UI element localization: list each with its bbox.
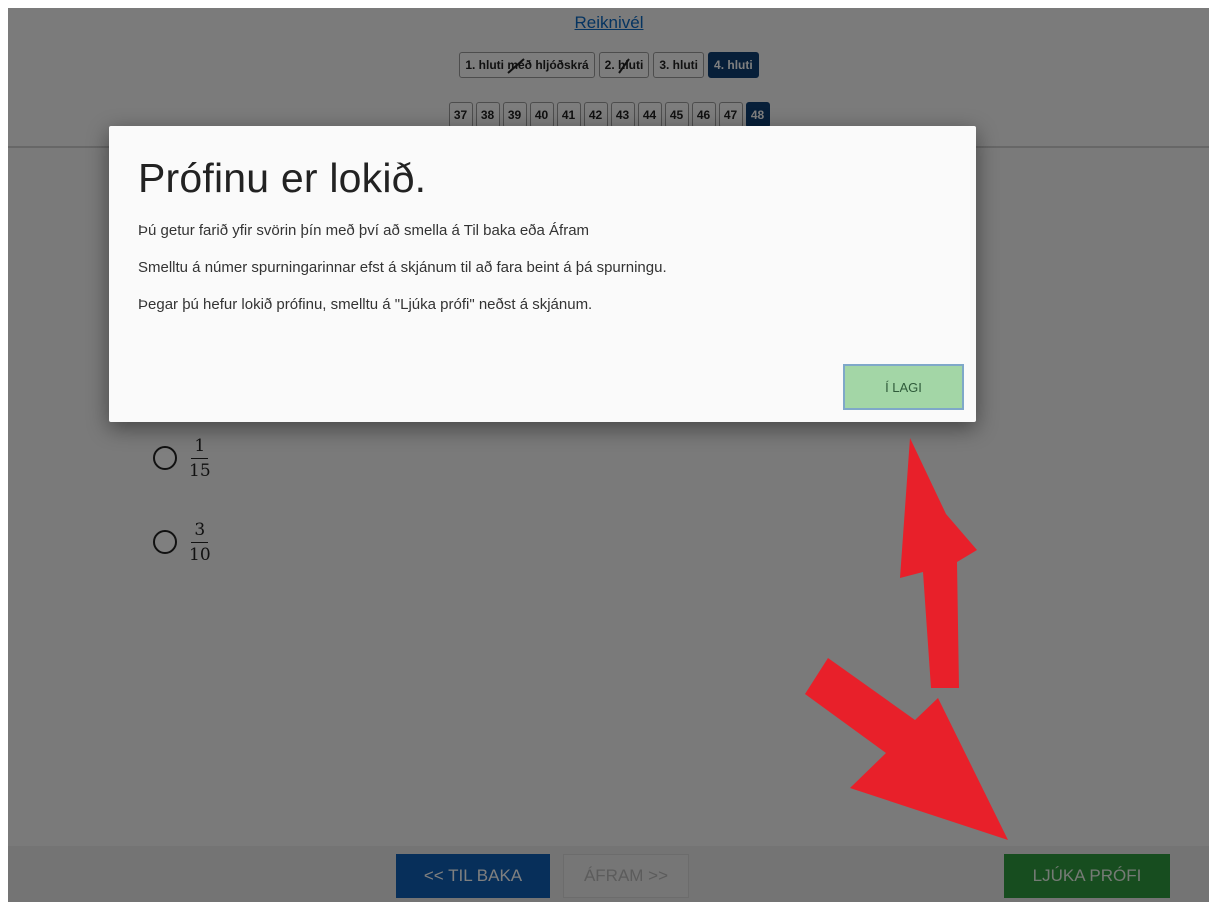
ok-button[interactable]: Í LAGI [843, 364, 964, 410]
exam-finished-dialog: Prófinu er lokið. Þú getur farið yfir sv… [109, 126, 976, 422]
dialog-text-line: Smelltu á númer spurningarinnar efst á s… [138, 259, 667, 276]
dialog-text-line: Þú getur farið yfir svörin þín með því a… [138, 222, 590, 239]
dialog-title: Prófinu er lokið. [138, 155, 427, 201]
dialog-text-line: Þegar þú hefur lokið prófinu, smelltu á … [138, 296, 593, 313]
exam-page: Reiknivél 1. hluti með hljóðskrá 2. hlut… [8, 8, 1209, 902]
